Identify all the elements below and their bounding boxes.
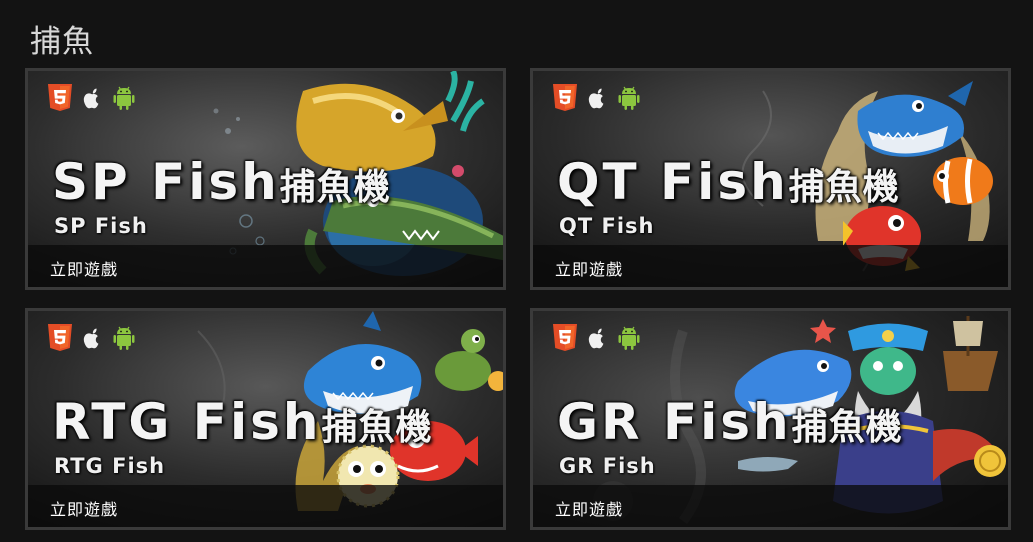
game-subtitle: QT Fish: [559, 214, 655, 238]
platform-icons: [46, 323, 138, 353]
html5-icon: [48, 324, 72, 351]
game-title: GR Fish: [557, 393, 792, 451]
play-now-button[interactable]: 立即遊戲: [555, 256, 623, 280]
play-bar[interactable]: 立即遊戲: [28, 485, 503, 527]
android-icon: [113, 326, 135, 350]
platform-icons: [551, 83, 643, 113]
android-icon: [113, 86, 135, 110]
android-icon: [618, 86, 640, 110]
game-title: QT Fish: [557, 153, 789, 211]
platform-icons: [46, 83, 138, 113]
html5-icon: [553, 84, 577, 111]
game-title: RTG Fish: [52, 393, 322, 451]
game-title-cn: 捕魚機: [791, 407, 903, 448]
apple-icon: [588, 88, 604, 109]
game-subtitle: GR Fish: [559, 454, 656, 478]
game-card-sp-fish[interactable]: SP Fish 捕魚機 SP Fish 立即遊戲: [25, 68, 506, 290]
game-title-cn: 捕魚機: [788, 167, 900, 208]
play-bar[interactable]: 立即遊戲: [28, 245, 503, 287]
play-now-button[interactable]: 立即遊戲: [50, 496, 118, 520]
play-bar[interactable]: 立即遊戲: [533, 245, 1008, 287]
apple-icon: [83, 328, 99, 349]
game-subtitle: SP Fish: [54, 214, 148, 238]
game-grid: SP Fish 捕魚機 SP Fish 立即遊戲 QT Fish 捕魚機 QT …: [25, 68, 1011, 530]
apple-icon: [83, 88, 99, 109]
play-bar[interactable]: 立即遊戲: [533, 485, 1008, 527]
platform-icons: [551, 323, 643, 353]
play-now-button[interactable]: 立即遊戲: [50, 256, 118, 280]
android-icon: [618, 326, 640, 350]
game-card-gr-fish[interactable]: GR Fish 捕魚機 GR Fish 立即遊戲: [530, 308, 1011, 530]
game-subtitle: RTG Fish: [54, 454, 166, 478]
section-title: 捕魚: [30, 24, 94, 60]
game-card-rtg-fish[interactable]: RTG Fish 捕魚機 RTG Fish 立即遊戲: [25, 308, 506, 530]
apple-icon: [588, 328, 604, 349]
game-card-qt-fish[interactable]: QT Fish 捕魚機 QT Fish 立即遊戲: [530, 68, 1011, 290]
html5-icon: [48, 84, 72, 111]
game-title-cn: 捕魚機: [279, 167, 391, 208]
html5-icon: [553, 324, 577, 351]
game-title-cn: 捕魚機: [321, 407, 433, 448]
play-now-button[interactable]: 立即遊戲: [555, 496, 623, 520]
game-title: SP Fish: [52, 153, 280, 211]
